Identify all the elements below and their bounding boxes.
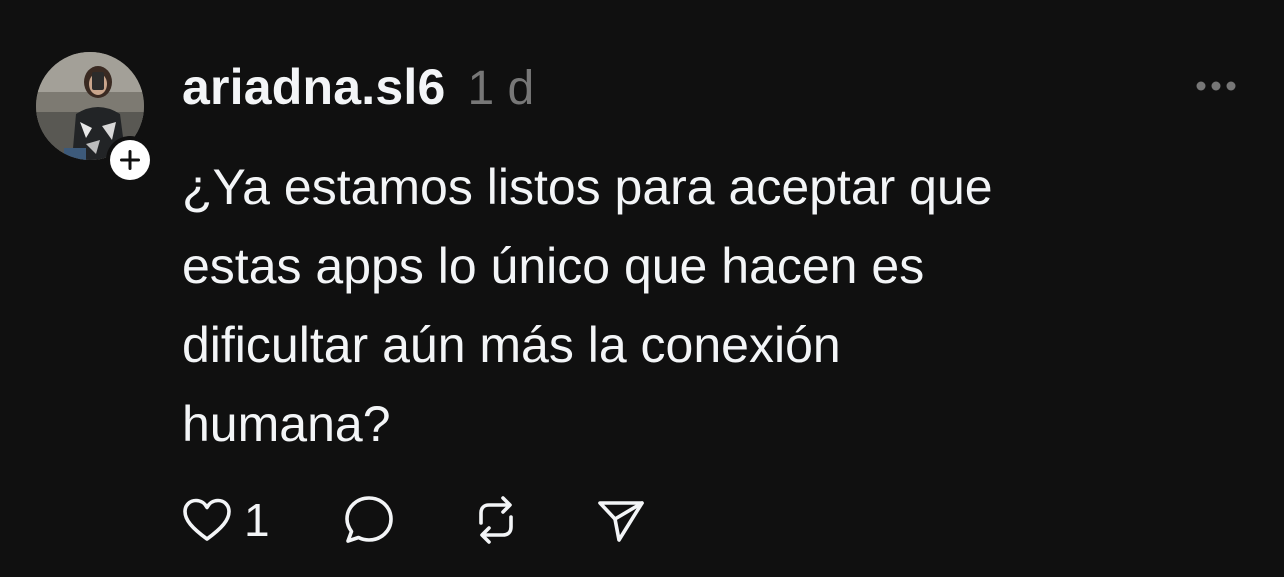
thread-post: ariadna.sl6 1 d ¿Ya estamos listos para … [0,0,1284,577]
heart-icon [183,498,231,541]
more-dots-icon [1196,81,1236,91]
post-header: ariadna.sl6 1 d [182,58,534,122]
comment-bubble-icon [345,496,393,543]
share-button[interactable] [594,490,648,550]
timestamp[interactable]: 1 d [467,61,534,116]
follow-badge-inner [110,140,150,180]
plus-icon [120,150,140,170]
more-options-button[interactable] [1192,72,1240,100]
repost-icon [479,496,513,544]
follow-button[interactable] [106,136,154,184]
post-text: ¿Ya estamos listos para aceptar que esta… [182,159,993,452]
send-icon [598,501,644,542]
repost-button[interactable] [469,490,523,550]
avatar-container[interactable] [36,52,154,184]
reply-button[interactable] [342,490,396,550]
like-button[interactable]: 1 [182,490,270,550]
username[interactable]: ariadna.sl6 [182,58,445,116]
like-count: 1 [244,494,270,546]
